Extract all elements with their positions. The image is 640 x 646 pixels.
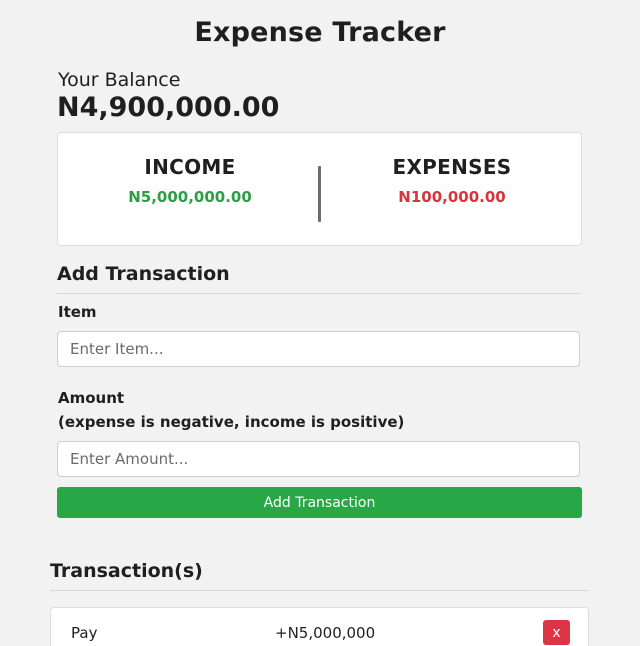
transactions-heading: Transaction(s)	[50, 560, 589, 591]
transaction-amount: +N5,000,000	[275, 624, 376, 642]
summary-divider	[318, 166, 321, 222]
income-summary: INCOME N5,000,000.00	[75, 155, 305, 206]
add-transaction-button[interactable]: Add Transaction	[57, 487, 582, 518]
transaction-name: Pay	[71, 624, 98, 642]
transaction-row: Pay +N5,000,000 x	[50, 607, 589, 646]
expenses-summary: EXPENSES N100,000.00	[337, 155, 567, 206]
delete-transaction-button[interactable]: x	[543, 620, 570, 645]
expenses-amount: N100,000.00	[398, 188, 506, 206]
amount-label: Amount	[58, 389, 125, 407]
amount-input[interactable]	[57, 441, 580, 477]
item-label: Item	[58, 303, 97, 321]
item-input[interactable]	[57, 331, 580, 367]
balance-value: N4,900,000.00	[57, 92, 280, 123]
expense-tracker-app: Expense Tracker Your Balance N4,900,000.…	[0, 0, 640, 646]
expenses-heading: EXPENSES	[392, 155, 512, 179]
income-expense-summary: INCOME N5,000,000.00 EXPENSES N100,000.0…	[57, 132, 582, 246]
amount-hint: (expense is negative, income is positive…	[58, 413, 405, 431]
balance-label: Your Balance	[58, 69, 181, 91]
income-amount: N5,000,000.00	[128, 188, 252, 206]
page-title: Expense Tracker	[194, 17, 446, 48]
income-heading: INCOME	[144, 155, 236, 179]
amount-label-group: Amount (expense is negative, income is p…	[58, 386, 404, 434]
add-transaction-heading: Add Transaction	[57, 263, 581, 294]
